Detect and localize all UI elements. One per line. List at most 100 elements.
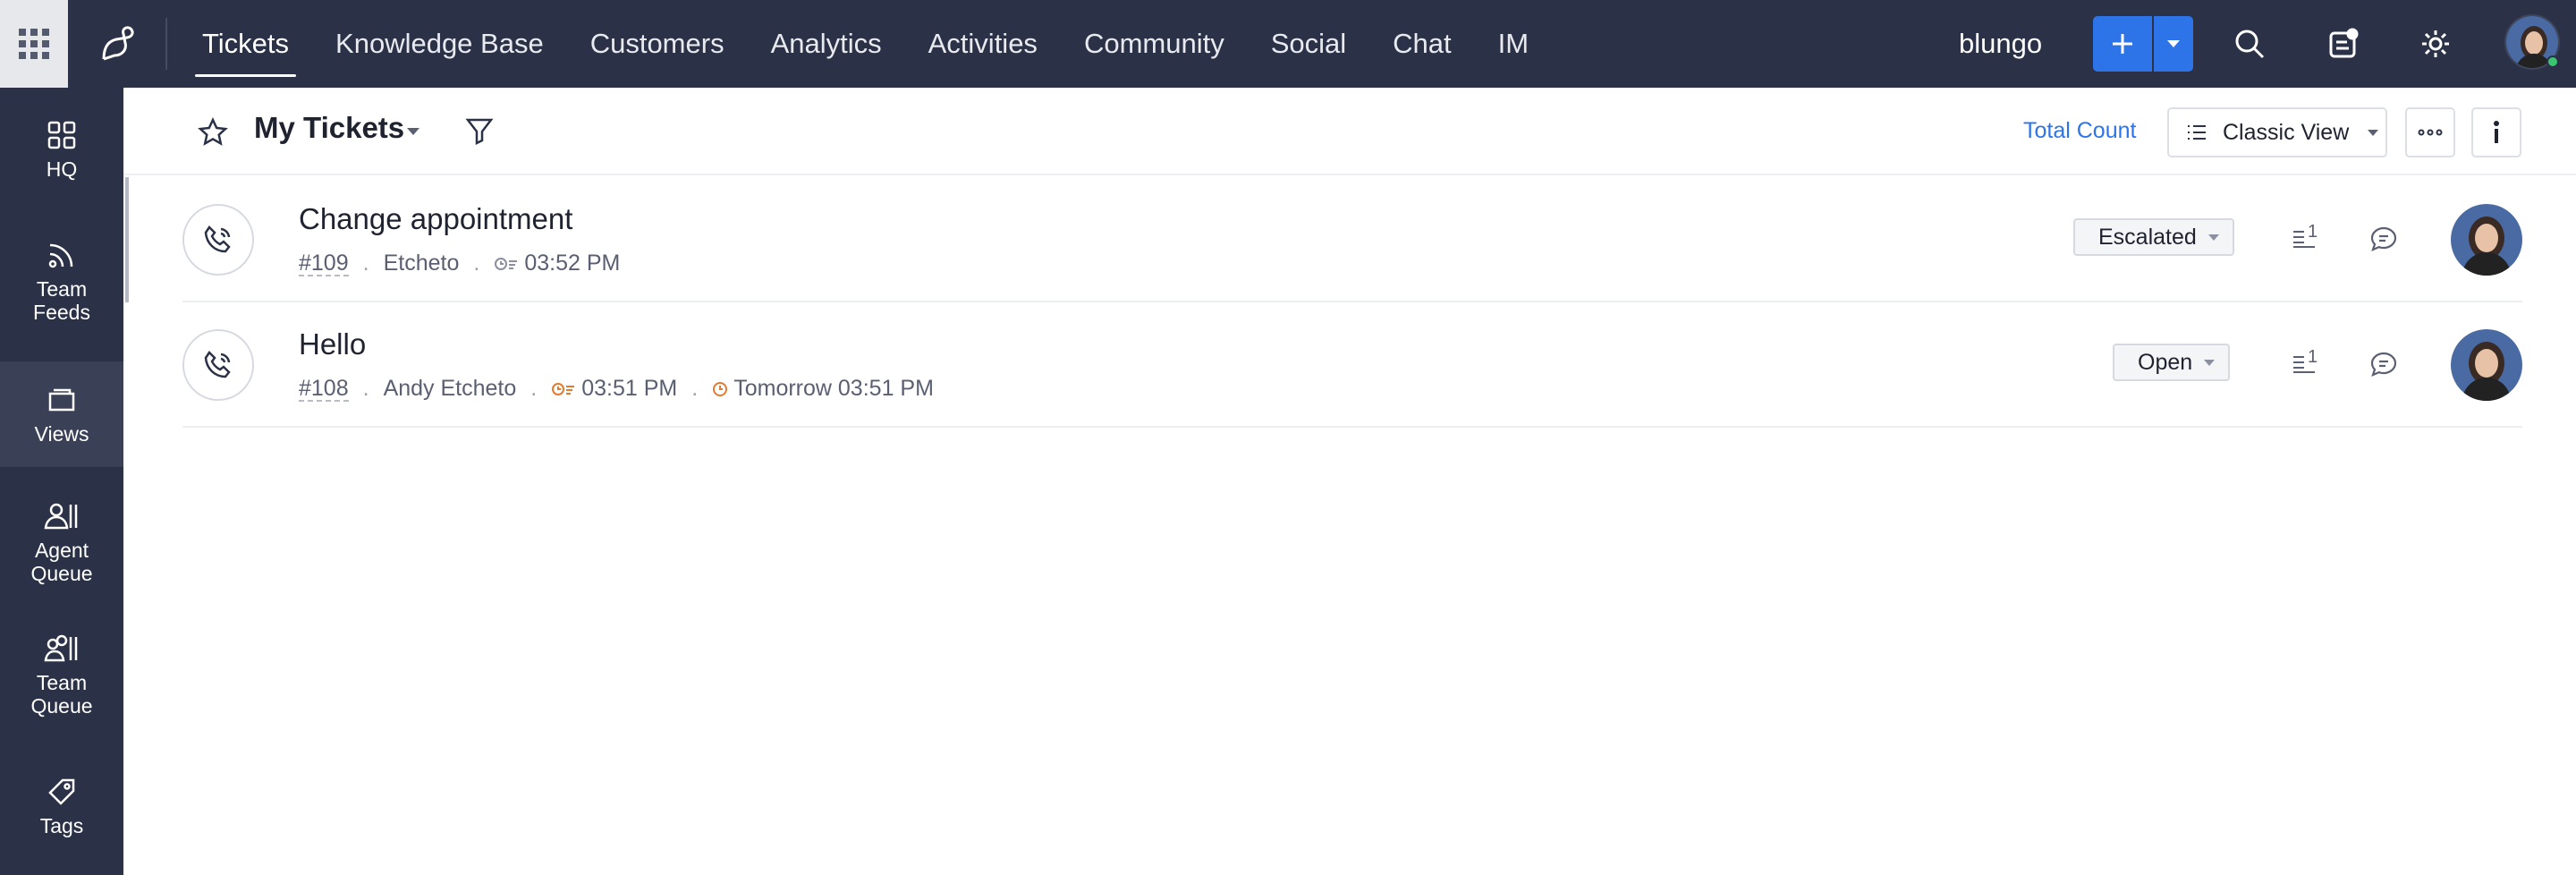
sidebar-item-label: Agent Queue bbox=[30, 539, 93, 585]
notifications-button[interactable] bbox=[2321, 21, 2366, 66]
phone-channel-badge bbox=[182, 204, 254, 276]
sidebar-item-label: Team Queue bbox=[30, 671, 93, 718]
tab-customers[interactable]: Customers bbox=[567, 0, 748, 88]
top-navigation-bar: Tickets Knowledge Base Customers Analyti… bbox=[0, 0, 2576, 88]
ticket-contact[interactable]: Etcheto bbox=[384, 251, 460, 276]
org-switcher[interactable]: blungo bbox=[1959, 0, 2042, 88]
favorite-star-icon[interactable] bbox=[197, 116, 229, 149]
ticket-contact[interactable]: Andy Etcheto bbox=[384, 376, 517, 402]
tab-tickets[interactable]: Tickets bbox=[179, 0, 312, 88]
agent-icon bbox=[44, 503, 78, 530]
status-label: Open bbox=[2138, 349, 2193, 375]
meta-separator: . bbox=[362, 251, 369, 276]
ticket-meta: #108 . Andy Etcheto . 03:51 PM . Tomorro… bbox=[299, 376, 934, 402]
sidebar-item-label: Views bbox=[34, 422, 89, 446]
list-icon bbox=[2188, 125, 2206, 140]
ticket-row[interactable]: Hello #108 . Andy Etcheto . 03:51 PM . T… bbox=[123, 302, 2576, 428]
tag-icon bbox=[48, 778, 75, 805]
sidebar-item-team-queue[interactable]: Team Queue bbox=[0, 633, 123, 732]
nav-separator bbox=[165, 18, 167, 70]
sidebar-item-label: Tags bbox=[39, 814, 84, 837]
tab-social[interactable]: Social bbox=[1248, 0, 1369, 88]
sidebar-item-views[interactable]: Views bbox=[0, 361, 123, 467]
ticket-due-time: Tomorrow 03:51 PM bbox=[733, 376, 934, 401]
grid-icon bbox=[47, 121, 76, 149]
thread-count-indicator[interactable]: 1 bbox=[2288, 222, 2320, 254]
status-dropdown[interactable]: Open bbox=[2113, 344, 2231, 381]
ticket-response-time: 03:52 PM bbox=[524, 251, 621, 276]
add-new-dropdown[interactable] bbox=[2154, 16, 2193, 72]
sidebar-item-team-feeds[interactable]: Team Feeds bbox=[0, 240, 123, 338]
caret-down-icon bbox=[2167, 40, 2180, 47]
caret-down-icon bbox=[2368, 129, 2379, 136]
sidebar-item-label: HQ bbox=[46, 157, 78, 181]
more-options-button[interactable] bbox=[2405, 107, 2455, 157]
gear-icon bbox=[2422, 30, 2449, 57]
plus-icon bbox=[2113, 34, 2132, 54]
ticket-subject[interactable]: Change appointment bbox=[299, 202, 572, 236]
due-time-icon bbox=[712, 381, 728, 397]
left-sidebar: HQ Team Feeds Views Agent Queue Team Que… bbox=[0, 88, 123, 875]
tab-community[interactable]: Community bbox=[1061, 0, 1248, 88]
ticket-id[interactable]: #108 bbox=[299, 377, 349, 402]
status-dropdown[interactable]: Escalated bbox=[2073, 218, 2234, 256]
info-icon bbox=[2494, 121, 2499, 143]
desk-logo[interactable] bbox=[86, 16, 150, 72]
sidebar-item-agent-queue[interactable]: Agent Queue bbox=[0, 501, 123, 599]
folder-icon bbox=[48, 388, 75, 412]
status-label: Escalated bbox=[2098, 224, 2197, 250]
sidebar-item-tags[interactable]: Tags bbox=[0, 777, 123, 848]
info-button[interactable] bbox=[2471, 107, 2521, 157]
tab-analytics[interactable]: Analytics bbox=[748, 0, 905, 88]
thread-count-indicator[interactable]: 1 bbox=[2288, 347, 2320, 379]
app-launcher-button[interactable] bbox=[0, 0, 68, 88]
meta-separator: . bbox=[691, 376, 699, 401]
phone-channel-badge bbox=[182, 329, 254, 401]
response-time-icon bbox=[551, 381, 576, 397]
view-header: My Tickets Total Count Classic View bbox=[123, 88, 2576, 175]
search-button[interactable] bbox=[2227, 21, 2272, 66]
sidebar-item-hq[interactable]: HQ bbox=[0, 120, 123, 209]
caret-down-icon bbox=[2207, 234, 2219, 241]
feed-icon bbox=[48, 243, 73, 268]
thread-count: 1 bbox=[2308, 222, 2318, 242]
meta-separator: . bbox=[530, 376, 538, 401]
avatar-image bbox=[2451, 329, 2522, 401]
thread-count: 1 bbox=[2308, 347, 2318, 367]
ticket-row[interactable]: Change appointment #109 . Etcheto . 03:5… bbox=[123, 177, 2576, 302]
meta-separator: . bbox=[473, 251, 480, 276]
tab-knowledge-base[interactable]: Knowledge Base bbox=[312, 0, 567, 88]
more-dots-icon bbox=[2418, 129, 2443, 136]
filter-icon[interactable] bbox=[463, 115, 496, 147]
view-mode-dropdown[interactable]: Classic View bbox=[2167, 107, 2387, 157]
caret-down-icon bbox=[2204, 359, 2216, 366]
ticket-meta: #109 . Etcheto . 03:52 PM bbox=[299, 251, 620, 276]
ticket-response-time: 03:51 PM bbox=[581, 376, 678, 401]
add-new-button[interactable] bbox=[2093, 16, 2152, 72]
desk-logo-icon bbox=[102, 26, 134, 61]
phone-icon bbox=[204, 351, 231, 378]
assignee-avatar[interactable] bbox=[2451, 329, 2522, 401]
online-status-indicator bbox=[2546, 55, 2559, 68]
response-time-icon bbox=[494, 256, 519, 272]
assignee-avatar[interactable] bbox=[2451, 204, 2522, 276]
settings-button[interactable] bbox=[2413, 21, 2458, 66]
sidebar-item-label: Team Feeds bbox=[33, 277, 90, 324]
tab-activities[interactable]: Activities bbox=[905, 0, 1061, 88]
view-mode-label: Classic View bbox=[2223, 119, 2350, 145]
module-tabs: Tickets Knowledge Base Customers Analyti… bbox=[179, 0, 1552, 88]
team-icon bbox=[44, 634, 78, 662]
caret-down-icon[interactable] bbox=[406, 127, 420, 136]
apps-grid-icon bbox=[19, 29, 49, 59]
tab-im[interactable]: IM bbox=[1475, 0, 1552, 88]
total-count-link[interactable]: Total Count bbox=[2023, 118, 2136, 144]
comment-icon[interactable] bbox=[2368, 349, 2399, 379]
tab-chat[interactable]: Chat bbox=[1369, 0, 1474, 88]
row-divider bbox=[182, 426, 2522, 428]
ticket-subject[interactable]: Hello bbox=[299, 327, 366, 361]
notification-icon bbox=[2329, 28, 2359, 58]
meta-separator: . bbox=[362, 376, 369, 401]
comment-icon[interactable] bbox=[2368, 224, 2399, 254]
view-title[interactable]: My Tickets bbox=[254, 111, 404, 145]
ticket-id[interactable]: #109 bbox=[299, 251, 349, 276]
